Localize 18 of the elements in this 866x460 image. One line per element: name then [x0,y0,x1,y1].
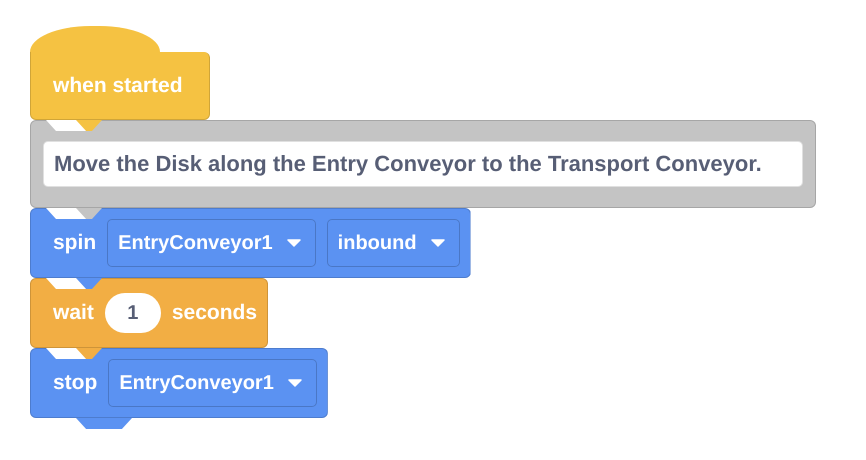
comment-field[interactable]: Move the Disk along the Entry Conveyor to the Transport Conveyor. [43,141,803,187]
caret-icon [430,239,445,247]
hat-block[interactable]: when started [30,52,210,120]
block-label: stop [53,371,98,395]
command-block[interactable]: wait 1 seconds [30,278,268,348]
caret-icon [288,379,302,387]
caret-icon [286,239,301,247]
command-block[interactable]: stop EntryConveyor1 [30,348,328,418]
number-field[interactable]: 1 [104,293,161,333]
dropdown[interactable]: EntryConveyor1 [108,359,317,407]
block-label: when started [53,74,183,98]
command-block[interactable]: spin EntryConveyor1 inbound [30,208,471,278]
comment-block[interactable]: Move the Disk along the Entry Conveyor to the Transport Conveyor. [30,120,816,208]
dropdown[interactable]: inbound [326,219,460,267]
dropdown[interactable]: EntryConveyor1 [107,219,316,267]
block-label: spin [53,231,96,255]
block-label: seconds [172,301,258,325]
block-label: wait [53,301,94,325]
